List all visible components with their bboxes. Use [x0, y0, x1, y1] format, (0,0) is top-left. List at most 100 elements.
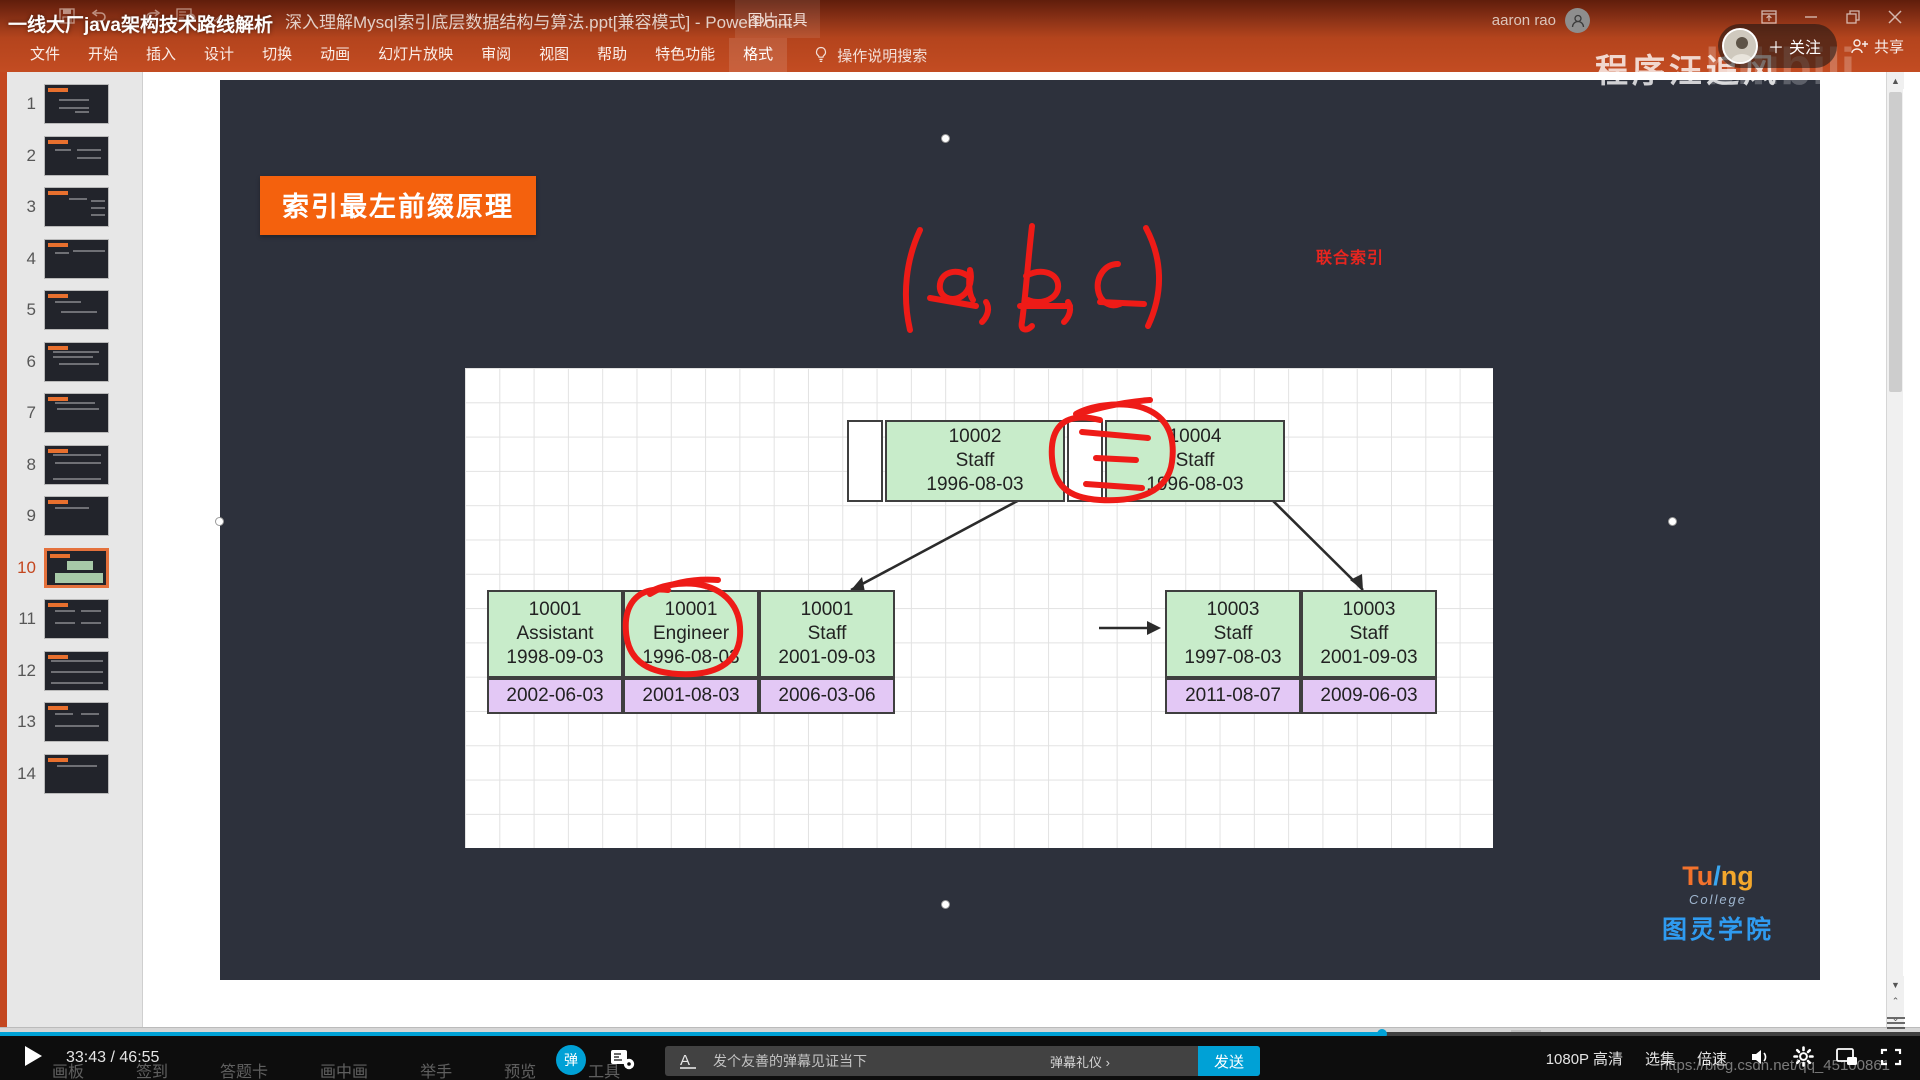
thumbnail-preview[interactable] — [44, 444, 109, 485]
ribbon-tab-3[interactable]: 设计 — [190, 38, 248, 72]
ribbon-tab-9[interactable]: 帮助 — [583, 38, 641, 72]
thumbnail-preview[interactable] — [44, 135, 109, 176]
thumbnail-item-4[interactable]: 4 — [10, 238, 109, 279]
thumbnail-item-13[interactable]: 13 — [10, 702, 109, 742]
tell-me-search[interactable]: 操作说明搜索 — [813, 45, 927, 66]
thumbnail-item-14[interactable]: 14 — [10, 753, 109, 794]
thumbnail-item-6[interactable]: 6 — [10, 341, 109, 382]
thumbnail-number: 9 — [26, 506, 36, 525]
thumbnail-number: 10 — [17, 557, 36, 577]
quality-selector[interactable]: 1080P 高清 — [1546, 1048, 1623, 1069]
thumbnail-item-12[interactable]: 12 — [10, 650, 109, 691]
ribbon-tab-2[interactable]: 插入 — [132, 38, 190, 72]
play-button[interactable] — [22, 1044, 44, 1073]
thumbnail-item-5[interactable]: 5 — [10, 290, 109, 330]
btree-root-cell-1: 10002 Staff 1996-08-03 — [885, 420, 1065, 502]
thumbnail-item-8[interactable]: 8 — [10, 444, 109, 485]
thumbnail-content-block — [51, 659, 103, 662]
thumbnail-content-block — [51, 681, 103, 684]
lecture-tool-6[interactable]: 工具 — [588, 1058, 620, 1080]
selection-handle-bottom[interactable] — [941, 900, 950, 909]
selection-handle-top[interactable] — [941, 134, 950, 143]
ribbon-tab-7[interactable]: 审阅 — [467, 38, 525, 72]
ribbon-tab-6[interactable]: 幻灯片放映 — [364, 38, 467, 72]
thumbnail-item-2[interactable]: 2 — [10, 135, 109, 176]
thumbnail-item-9[interactable]: 9 — [10, 496, 109, 536]
thumbnail-content-block — [59, 99, 89, 101]
thumbnail-title-band — [48, 191, 68, 195]
follow-button[interactable]: ＋ 关注 — [1768, 34, 1821, 58]
thumbnail-content-block — [53, 350, 99, 353]
thumbnail-content-block — [91, 200, 105, 202]
thumbnail-preview[interactable] — [44, 496, 109, 536]
thumbnail-content-block — [77, 156, 101, 159]
account-area[interactable]: aaron rao — [1492, 8, 1590, 33]
slide-vertical-scrollbar[interactable]: ▲ ▼ ⌃ ⌄ — [1886, 72, 1904, 1027]
danmaku-input[interactable]: A 发个友善的弹幕见证当下 弹幕礼仪 › 发送 — [665, 1046, 1260, 1076]
danmaku-etiquette-link[interactable]: 弹幕礼仪 › — [1050, 1052, 1110, 1071]
lecture-tool-5[interactable]: 预览 — [504, 1058, 536, 1080]
thumbnail-preview[interactable] — [44, 702, 109, 742]
avatar[interactable] — [1565, 8, 1590, 33]
thumbnail-title-band — [48, 654, 68, 659]
danmaku-style-icon[interactable]: A — [677, 1050, 699, 1072]
thumbnail-preview[interactable] — [44, 599, 109, 639]
thumbnail-content-block — [57, 764, 97, 767]
up-follow-chip[interactable]: ＋ 关注 — [1717, 24, 1837, 68]
lecture-tool-1[interactable]: 签到 — [136, 1058, 168, 1080]
lecture-tool-2[interactable]: 答题卡 — [220, 1058, 268, 1080]
thumbnail-content-block — [81, 610, 101, 612]
node-line: 10003 — [1206, 599, 1260, 621]
ribbon-tab-11[interactable]: 格式 — [729, 38, 788, 72]
slide-edit-area[interactable]: 索引最左前缀原理 联合索引 10002 Staff 1996-08-03 100… — [143, 72, 1904, 1027]
node-line: 1997-08-03 — [1184, 646, 1282, 668]
btree-diagram[interactable]: 10002 Staff 1996-08-03 10004 Staff 1996-08-03… — [465, 368, 1493, 848]
thumbnail-preview[interactable] — [44, 753, 109, 794]
thumbnail-preview[interactable] — [44, 238, 109, 279]
selection-handle-right[interactable] — [1668, 517, 1677, 526]
selection-handle-left[interactable] — [215, 517, 224, 526]
thumbnail-item-10[interactable]: 10 — [10, 547, 109, 588]
ribbon-tab-4[interactable]: 切换 — [248, 38, 306, 72]
menu-hamburger-icon[interactable] — [1886, 1016, 1906, 1035]
previous-slide-icon[interactable]: ⌃ — [1887, 993, 1904, 1010]
ribbon-tab-5[interactable]: 动画 — [306, 38, 364, 72]
node-line: 1998-09-03 — [506, 646, 604, 668]
thumbnail-preview[interactable] — [44, 290, 109, 330]
thumbnail-preview[interactable] — [44, 547, 109, 588]
thumbnail-item-7[interactable]: 7 — [10, 393, 109, 433]
thumbnail-number: 4 — [26, 248, 36, 268]
thumbnail-preview[interactable] — [44, 650, 109, 691]
scrollbar-thumb[interactable] — [1889, 92, 1902, 392]
thumbnail-item-1[interactable]: 1 — [10, 84, 109, 124]
share-button[interactable]: 共享 — [1851, 36, 1904, 57]
slide-title[interactable]: 索引最左前缀原理 — [260, 176, 536, 235]
up-avatar[interactable] — [1721, 28, 1758, 64]
lecture-tool-overlay[interactable]: 画板 签到 答题卡 画中画 举手 预览 工具 — [52, 1058, 620, 1080]
thumbnail-title-band — [48, 294, 68, 298]
thumbnail-content-block — [55, 622, 75, 624]
scroll-up-icon[interactable]: ▲ — [1887, 72, 1904, 89]
ribbon-tab-1[interactable]: 开始 — [74, 38, 132, 72]
thumbnail-preview[interactable] — [44, 393, 109, 433]
node-line: 1996-08-03 — [1146, 473, 1244, 495]
danmaku-send-button[interactable]: 发送 — [1198, 1046, 1260, 1076]
ribbon-tab-0[interactable]: 文件 — [16, 38, 74, 72]
lecture-tool-4[interactable]: 举手 — [420, 1058, 452, 1080]
thumbnail-number: 11 — [18, 609, 36, 628]
ribbon-tab-8[interactable]: 视图 — [525, 38, 583, 72]
scroll-down-icon[interactable]: ▼ — [1887, 976, 1904, 993]
ribbon-tab-10[interactable]: 特色功能 — [641, 38, 729, 72]
thumbnail-preview[interactable] — [44, 187, 109, 227]
thumbnail-item-3[interactable]: 3 — [10, 187, 109, 227]
lightbulb-icon — [816, 46, 827, 62]
bilibili-header-overlay[interactable]: ＋ 关注 共享 — [1717, 24, 1904, 68]
slide-canvas[interactable]: 索引最左前缀原理 联合索引 10002 Staff 1996-08-03 100… — [220, 80, 1820, 980]
slide-thumbnail-pane[interactable]: 1 2 3 4 5 6 7 8 9 10 11 12 13 14 — [0, 72, 143, 1027]
thumbnail-content-block — [55, 402, 95, 404]
thumbnail-preview[interactable] — [44, 341, 109, 382]
lecture-tool-3[interactable]: 画中画 — [320, 1058, 368, 1080]
thumbnail-item-11[interactable]: 11 — [10, 599, 109, 639]
thumbnail-preview[interactable] — [44, 84, 109, 124]
lecture-tool-0[interactable]: 画板 — [52, 1058, 84, 1080]
